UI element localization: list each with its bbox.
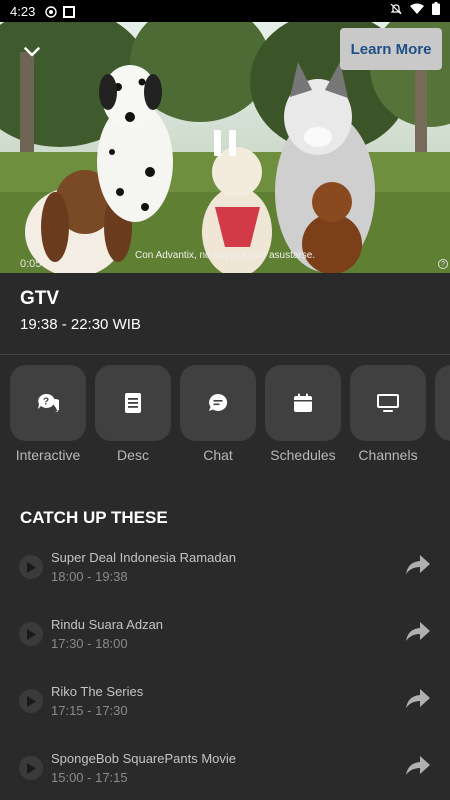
play-button[interactable] <box>19 756 43 780</box>
collapse-button[interactable] <box>18 40 46 64</box>
video-subtitle: Con Advantix, no hay por qué asustarse. <box>135 250 316 261</box>
divider <box>0 354 450 355</box>
menu-tile[interactable]: ? <box>10 365 86 441</box>
menu-item-chat[interactable]: Chat <box>180 365 256 463</box>
status-time: 4:23 <box>10 3 36 19</box>
menu-label: Chat <box>203 447 233 463</box>
video-player[interactable]: Learn More 0:05 Con Advantix, no hay por… <box>0 22 450 273</box>
share-button[interactable] <box>405 688 433 714</box>
share-arrow-icon <box>406 756 430 775</box>
share-button[interactable] <box>405 621 433 647</box>
play-icon <box>27 762 36 774</box>
battery-icon <box>432 2 440 20</box>
learn-more-button[interactable]: Learn More <box>340 28 442 70</box>
status-bar: 4:23 <box>0 0 450 22</box>
question-chat-icon: ? <box>38 393 59 412</box>
catchup-item-title: SpongeBob SquarePants Movie <box>51 751 237 766</box>
menu-item-more[interactable] <box>435 365 450 441</box>
menu-tile[interactable] <box>265 365 341 441</box>
share-button[interactable] <box>405 755 433 781</box>
menu-label: Desc <box>117 447 149 463</box>
section-title: CATCH UP THESE <box>20 508 168 527</box>
share-arrow-icon <box>406 689 430 708</box>
play-button[interactable] <box>19 689 43 713</box>
pause-icon <box>214 130 221 156</box>
pause-button[interactable] <box>210 130 240 160</box>
play-icon <box>27 561 36 573</box>
feature-menu: ? Interactive Desc Chat Schedules Channe… <box>0 365 450 465</box>
menu-label: Schedules <box>270 447 336 463</box>
play-button[interactable] <box>19 622 43 646</box>
notification-icon <box>63 5 76 18</box>
catchup-item[interactable]: Rindu Suara Adzan 17:30 - 18:00 <box>0 609 450 659</box>
menu-tile[interactable] <box>180 365 256 441</box>
chevron-down-icon <box>24 47 40 57</box>
share-arrow-icon <box>406 622 430 641</box>
catchup-item[interactable]: Riko The Series 17:15 - 17:30 <box>0 676 450 726</box>
menu-item-channels[interactable]: Channels <box>350 365 426 463</box>
catchup-item-title: Super Deal Indonesia Ramadan <box>51 550 237 565</box>
pause-icon-bar <box>229 130 236 156</box>
channel-schedule-time: 19:38 - 22:30 WIB <box>20 316 141 333</box>
menu-item-desc[interactable]: Desc <box>95 365 171 463</box>
menu-item-schedules[interactable]: Schedules <box>265 365 341 463</box>
chat-bubble-icon <box>209 393 228 411</box>
catchup-item-time: 15:00 - 17:15 <box>51 770 128 785</box>
document-icon <box>125 393 141 413</box>
sync-icon <box>45 5 58 18</box>
catchup-item-time: 18:00 - 19:38 <box>51 569 128 584</box>
ad-info-icon[interactable]: ? <box>438 259 448 269</box>
menu-label: Interactive <box>15 447 81 463</box>
catchup-item-time: 17:15 - 17:30 <box>51 703 128 718</box>
calendar-icon <box>294 393 312 412</box>
mute-icon <box>390 2 402 20</box>
catchup-item[interactable]: SpongeBob SquarePants Movie 15:00 - 17:1… <box>0 743 450 793</box>
catchup-item-time: 17:30 - 18:00 <box>51 636 128 651</box>
menu-item-interactive[interactable]: ? Interactive <box>10 365 86 463</box>
play-icon <box>27 628 36 640</box>
catchup-item[interactable]: Super Deal Indonesia Ramadan 18:00 - 19:… <box>0 542 450 592</box>
menu-tile[interactable] <box>350 365 426 441</box>
channel-info: GTV 19:38 - 22:30 WIB <box>20 288 141 333</box>
share-arrow-icon <box>406 555 430 574</box>
play-button[interactable] <box>19 555 43 579</box>
catchup-item-title: Riko The Series <box>51 684 144 699</box>
play-icon <box>27 695 36 707</box>
video-elapsed-time: 0:05 <box>20 258 42 270</box>
tv-icon <box>377 394 399 412</box>
catchup-item-title: Rindu Suara Adzan <box>51 617 164 632</box>
svg-text:?: ? <box>43 397 49 408</box>
wifi-icon <box>410 2 424 20</box>
menu-label: Channels <box>358 447 418 463</box>
share-button[interactable] <box>405 554 433 580</box>
menu-tile[interactable] <box>95 365 171 441</box>
channel-name: GTV <box>20 288 60 309</box>
